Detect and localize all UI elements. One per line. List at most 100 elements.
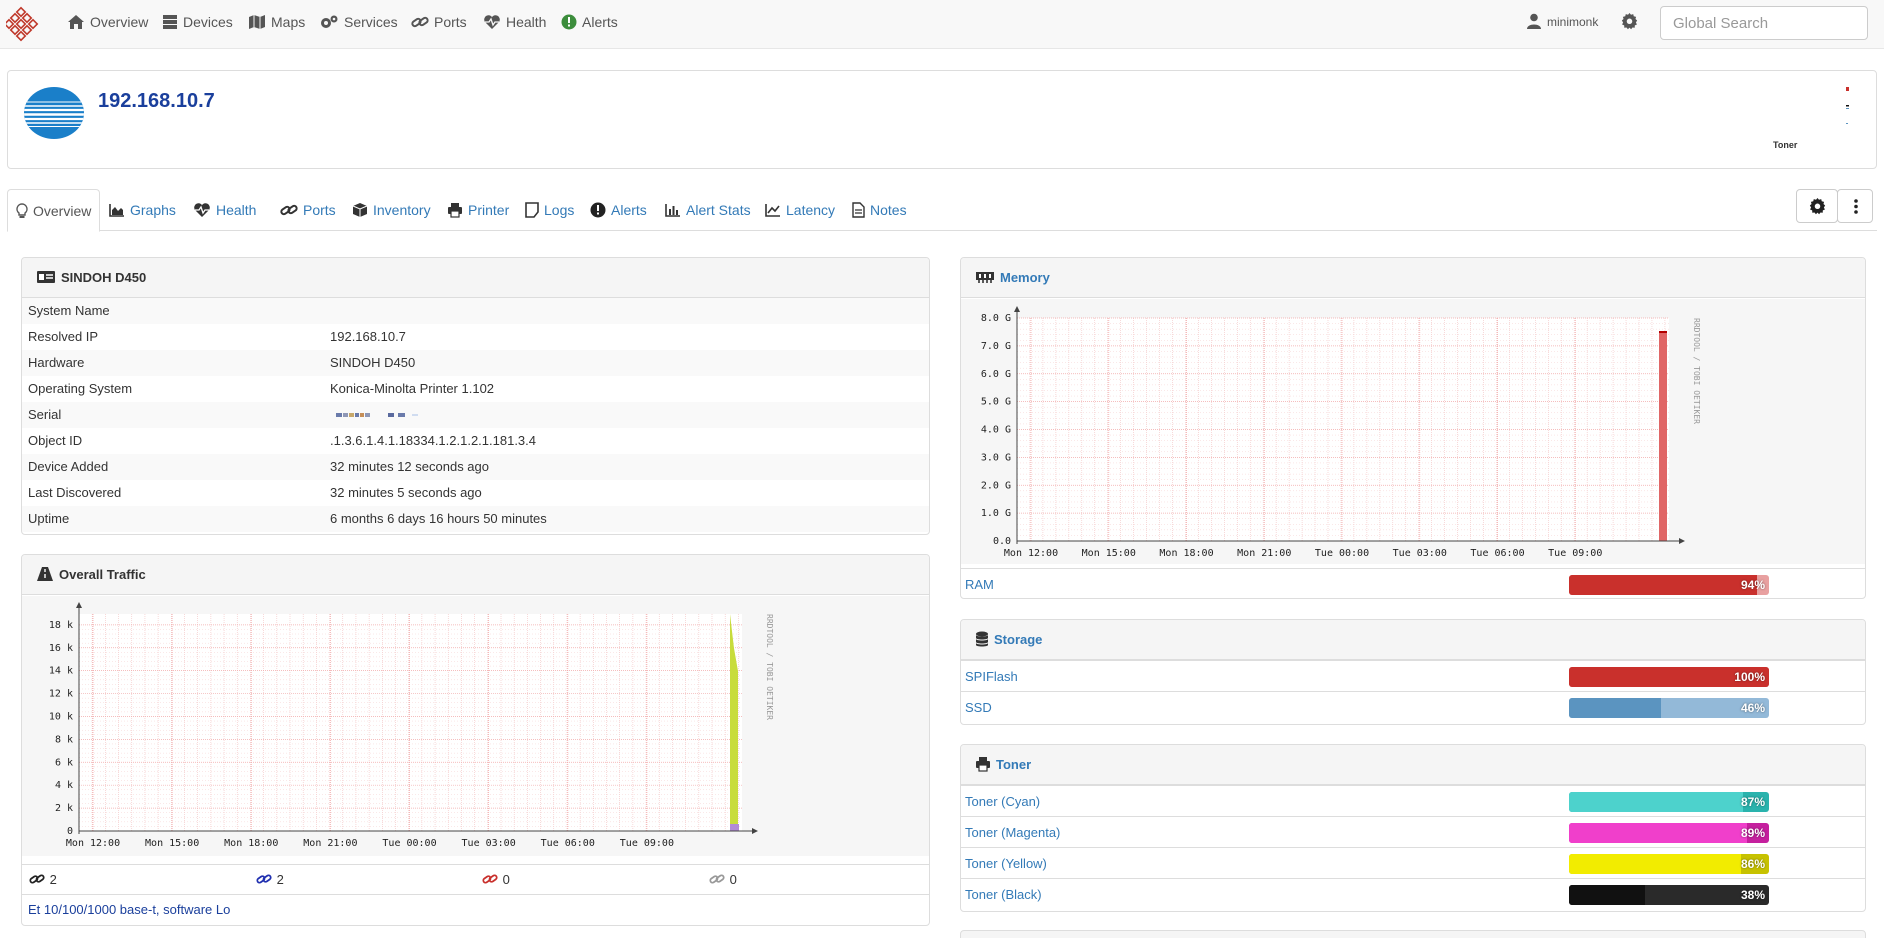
printer-icon <box>448 202 462 218</box>
x-axis-arrow <box>1679 538 1685 544</box>
database-icon <box>976 631 988 647</box>
user-menu[interactable]: minimonk <box>1527 0 1598 44</box>
y-tick-label: 6.0 G <box>981 369 1011 380</box>
table-row: Last Discovered 32 minutes 5 seconds ago <box>22 480 929 506</box>
toner-panel-header: Toner <box>961 745 1865 785</box>
table-row: Object ID .1.3.6.1.4.1.18334.1.2.1.2.1.18… <box>22 428 929 454</box>
bar-fill <box>1569 823 1747 843</box>
toner-row[interactable]: Toner (Yellow) 86% <box>961 847 1865 878</box>
toner-row-name[interactable]: Toner (Yellow) <box>965 848 1047 879</box>
nav-ports[interactable]: Ports <box>411 0 467 44</box>
tab-alerts[interactable]: Alerts <box>582 189 655 231</box>
nav-health[interactable]: Health <box>483 0 546 44</box>
tab-graphs[interactable]: Graphs <box>101 189 184 231</box>
nav-services[interactable]: Services <box>319 0 398 44</box>
tab-ports[interactable]: Ports <box>272 189 344 231</box>
toner-row[interactable]: Toner (Black) 38% <box>961 878 1865 909</box>
librenms-logo-icon[interactable] <box>6 6 42 42</box>
ports-up[interactable]: 2 <box>255 865 284 895</box>
nav-maps[interactable]: Maps <box>248 0 305 44</box>
nav-ports-label: Ports <box>434 14 467 30</box>
overview-table: System Name Resolved IP 192.168.10.7 Hard… <box>22 298 929 532</box>
storage-panel-title[interactable]: Storage <box>994 632 1042 647</box>
toner-row-name[interactable]: Toner (Cyan) <box>965 786 1040 817</box>
home-icon <box>68 14 84 29</box>
device-overview-panel: SINDOH D450 System Name Resolved IP 192.1… <box>21 257 930 535</box>
heartbeat-icon <box>194 202 210 217</box>
y-tick-label: 4 k <box>55 780 73 791</box>
toner-mini-graph[interactable] <box>1766 83 1856 163</box>
ports-total[interactable]: 2 <box>28 865 57 895</box>
id-card-icon <box>37 271 55 284</box>
y-tick-label: 12 k <box>49 689 73 700</box>
storage-row-name[interactable]: SPIFlash <box>965 661 1018 692</box>
table-row: Resolved IP 192.168.10.7 <box>22 324 929 350</box>
y-tick-label: 0 <box>67 826 73 837</box>
device-header: 192.168.10.7 Toner <box>7 70 1877 169</box>
row-key: Resolved IP <box>28 329 99 344</box>
tab-alert-stats[interactable]: Alert Stats <box>657 189 759 231</box>
storage-row[interactable]: SSD 46% <box>961 691 1865 722</box>
device-tabs: Overview Graphs Health Ports Inventory P… <box>7 189 1877 232</box>
nav-alerts-label: Alerts <box>582 14 618 30</box>
port-description-link[interactable]: Et 10/100/1000 base-t, software Lo <box>22 894 929 925</box>
tab-printer[interactable]: Printer <box>439 189 517 231</box>
memory-graph[interactable]: 0.0 1.0 G 2.0 G 3.0 G 4.0 G 5.0 G 6.0 G 7.0 G 8.… <box>961 299 1865 564</box>
storage-row[interactable]: SPIFlash 100% <box>961 660 1865 691</box>
settings-gear-icon[interactable] <box>1621 13 1638 30</box>
overall-traffic-panel: Overall Traffic 0 2 k 4 k 6 k 8 k 10 k 12 k 14 … <box>21 554 930 926</box>
memory-row-name[interactable]: RAM <box>965 569 994 598</box>
y-tick-label: 1.0 G <box>981 508 1011 519</box>
x-tick-label: Tue 09:00 <box>1548 548 1602 559</box>
nav-services-label: Services <box>344 14 398 30</box>
tab-logs[interactable]: Logs <box>517 189 582 231</box>
row-key: Device Added <box>28 459 109 474</box>
link-icon <box>29 874 45 884</box>
tab-latency[interactable]: Latency <box>757 189 843 231</box>
tab-inventory[interactable]: Inventory <box>344 189 439 231</box>
device-title[interactable]: 192.168.10.7 <box>98 90 215 113</box>
tab-notes[interactable]: Notes <box>844 189 915 231</box>
toner-row[interactable]: Toner (Magenta) 89% <box>961 816 1865 847</box>
y-tick-label: 8 k <box>55 734 73 745</box>
x-tick-label: Mon 21:00 <box>303 838 357 849</box>
storage-row-name[interactable]: SSD <box>965 692 992 723</box>
device-settings-button[interactable] <box>1796 189 1838 223</box>
y-tick-label: 6 k <box>55 757 73 768</box>
toner-row-name[interactable]: Toner (Black) <box>965 879 1042 910</box>
cube-icon <box>352 202 368 217</box>
nav-devices[interactable]: Devices <box>162 0 233 44</box>
table-row: Operating System Konica-Minolta Printer 1… <box>22 376 929 402</box>
nav-overview[interactable]: Overview <box>67 0 148 44</box>
ports-disabled[interactable]: 0 <box>708 865 737 895</box>
memory-panel-title[interactable]: Memory <box>1000 270 1050 285</box>
traffic-series-out <box>730 824 739 831</box>
toner-row[interactable]: Toner (Cyan) 87% <box>961 785 1865 816</box>
global-search-input[interactable] <box>1660 6 1868 40</box>
tab-health[interactable]: Health <box>185 189 264 231</box>
traffic-graph[interactable]: 0 2 k 4 k 6 k 8 k 10 k 12 k 14 k 16 k 18 k Mon 12:… <box>22 596 929 856</box>
row-key: Last Discovered <box>28 485 122 500</box>
device-more-button[interactable] <box>1837 189 1873 223</box>
memory-chart: 0.0 1.0 G 2.0 G 3.0 G 4.0 G 5.0 G 6.0 G 7.0 G 8.… <box>981 306 1701 559</box>
bar-fill <box>1569 575 1757 595</box>
ports-down[interactable]: 0 <box>481 865 510 895</box>
tab-overview[interactable]: Overview <box>7 189 101 232</box>
x-tick-label: Tue 03:00 <box>1393 548 1447 559</box>
traffic-chart: 0 2 k 4 k 6 k 8 k 10 k 12 k 14 k 16 k 18 k Mon 12:… <box>49 602 774 849</box>
y-tick-label: 3.0 G <box>981 452 1011 463</box>
toner-panel-title[interactable]: Toner <box>996 757 1031 772</box>
toner-level-bar: 89% <box>1569 823 1769 843</box>
table-row: Serial <box>22 402 929 428</box>
server-icon <box>163 14 177 29</box>
toner-row-name[interactable]: Toner (Magenta) <box>965 817 1060 848</box>
rrdtool-credit-label: RRDTOOL / TOBI OETIKER <box>765 614 774 720</box>
memory-row-ram[interactable]: RAM 94% <box>961 568 1865 598</box>
y-tick-label: 10 k <box>49 711 73 722</box>
x-tick-label: Mon 12:00 <box>1004 548 1058 559</box>
storage-usage-bar: 46% <box>1569 698 1769 718</box>
tab-notes-label: Notes <box>870 202 907 218</box>
y-axis-arrow <box>1014 306 1020 312</box>
x-tick-label: Tue 06:00 <box>1470 548 1524 559</box>
nav-alerts[interactable]: Alerts <box>561 0 618 44</box>
